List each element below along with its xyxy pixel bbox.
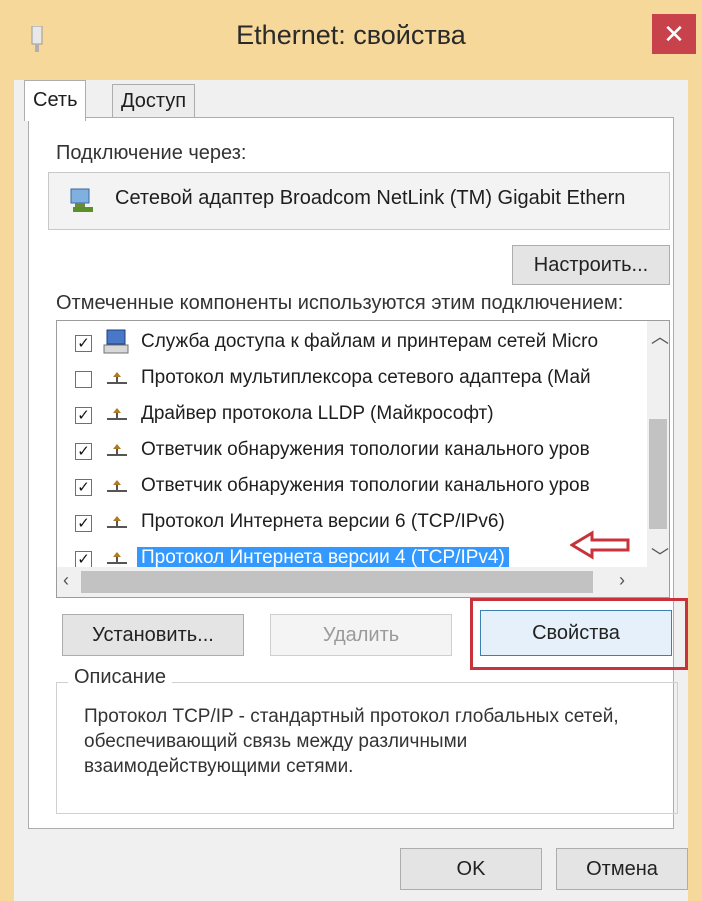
description-text: Протокол TCP/IP - стандартный протокол г… xyxy=(84,706,619,777)
components-label: Отмеченные компоненты используются этим … xyxy=(56,292,624,314)
protocol-icon xyxy=(107,552,127,564)
component-label: Служба доступа к файлам и принтерам сете… xyxy=(141,331,599,352)
close-button[interactable]: ✕ xyxy=(652,14,696,54)
configure-button[interactable]: Настроить... xyxy=(512,245,670,285)
tab-network[interactable]: Сеть xyxy=(24,80,87,121)
protocol-icon xyxy=(107,444,127,456)
list-item[interactable]: ✓ Ответчик обнаружения топологии канальн… xyxy=(57,433,647,469)
window-title: Ethernet: свойства xyxy=(236,20,466,50)
horizontal-scroll-thumb[interactable] xyxy=(81,571,593,593)
vertical-scrollbar[interactable]: ︿ ﹀ xyxy=(647,321,669,567)
component-checkbox[interactable]: ✓ xyxy=(75,443,92,460)
install-button[interactable]: Установить... xyxy=(62,614,244,656)
component-checkbox[interactable] xyxy=(75,371,92,388)
window-border-left xyxy=(0,80,14,901)
network-client-icon xyxy=(103,329,129,354)
list-item[interactable]: ✓ Ответчик обнаружения топологии канальн… xyxy=(57,469,647,505)
list-item[interactable]: ✓ Служба доступа к файлам и принтерам се… xyxy=(57,325,647,361)
component-checkbox[interactable]: ✓ xyxy=(75,551,92,568)
component-checkbox[interactable]: ✓ xyxy=(75,515,92,532)
protocol-icon xyxy=(107,372,127,384)
component-label: Драйвер протокола LLDP (Майкрософт) xyxy=(141,403,494,424)
component-label: Протокол Интернета версии 4 (TCP/IPv4) xyxy=(137,547,509,569)
scroll-down-icon[interactable]: ﹀ xyxy=(651,543,669,569)
tab-sharing[interactable]: Доступ xyxy=(112,84,196,118)
annotation-arrow-icon xyxy=(570,530,630,560)
ok-button[interactable]: OK xyxy=(400,848,542,890)
adapter-name: Сетевой адаптер Broadcom NetLink (TM) Gi… xyxy=(115,187,626,209)
vertical-scroll-thumb[interactable] xyxy=(649,419,667,529)
window-border-right xyxy=(688,80,702,901)
cancel-button[interactable]: Отмена xyxy=(556,848,688,890)
component-checkbox[interactable]: ✓ xyxy=(75,407,92,424)
component-label: Протокол мультиплексора сетевого адаптер… xyxy=(141,367,591,388)
list-item[interactable]: ✓ Драйвер протокола LLDP (Майкрософт) xyxy=(57,397,647,433)
properties-dialog: Ethernet: свойства ✕ Сеть Доступ Подключ… xyxy=(0,0,702,901)
title-bar[interactable]: Ethernet: свойства ✕ xyxy=(0,0,702,80)
component-label: Протокол Интернета версии 6 (TCP/IPv6) xyxy=(141,511,505,532)
scroll-right-icon[interactable]: › xyxy=(619,570,625,591)
list-item[interactable]: ✓ Протокол Интернета версии 6 (TCP/IPv6) xyxy=(57,505,647,541)
annotation-highlight-box xyxy=(470,598,688,670)
network-adapter-icon xyxy=(70,188,93,212)
component-checkbox[interactable]: ✓ xyxy=(75,479,92,496)
scroll-left-icon[interactable]: ‹ xyxy=(63,570,69,591)
protocol-icon xyxy=(107,408,127,420)
list-item[interactable]: Протокол мультиплексора сетевого адаптер… xyxy=(57,361,647,397)
protocol-icon xyxy=(107,480,127,492)
horizontal-scrollbar[interactable]: ‹ › xyxy=(57,567,669,597)
adapter-field: Сетевой адаптер Broadcom NetLink (TM) Gi… xyxy=(48,172,670,230)
remove-button: Удалить xyxy=(270,614,452,656)
description-title: Описание xyxy=(68,666,173,689)
component-checkbox[interactable]: ✓ xyxy=(75,335,92,352)
connect-using-label: Подключение через: xyxy=(56,142,247,164)
protocol-icon xyxy=(107,516,127,528)
component-label: Ответчик обнаружения топологии канальног… xyxy=(141,439,590,460)
component-label: Ответчик обнаружения топологии канальног… xyxy=(141,475,590,496)
scroll-up-icon[interactable]: ︿ xyxy=(651,323,669,349)
